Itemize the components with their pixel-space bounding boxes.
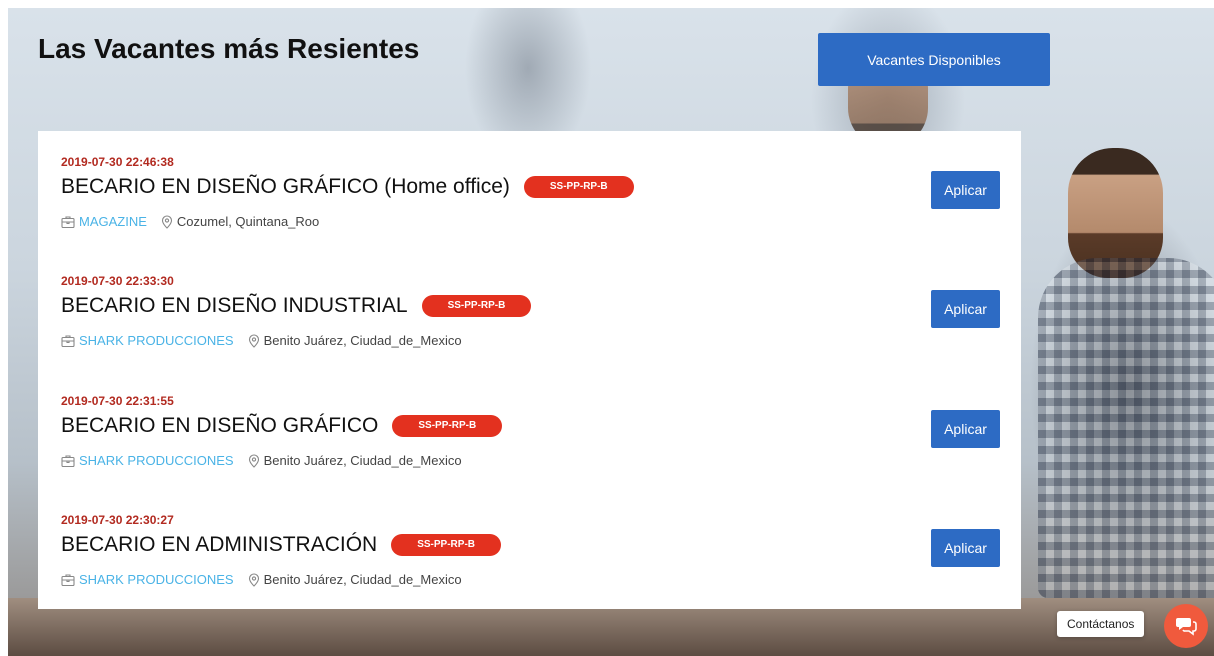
location-pin-icon [248,453,260,468]
briefcase-icon [61,334,75,348]
job-list-card: 2019-07-30 22:46:38 BECARIO EN DISEÑO GR… [38,131,1021,609]
location-pin-icon [248,572,260,587]
job-title[interactable]: BECARIO EN DISEÑO GRÁFICO (Home office) [61,175,510,199]
job-title-row: BECARIO EN DISEÑO GRÁFICO SS-PP-RP-B [61,414,503,438]
location-pin-icon [248,333,260,348]
job-location: Cozumel, Quintana_Roo [176,214,320,229]
job-date: 2019-07-30 22:31:55 [61,394,174,408]
job-date: 2019-07-30 22:30:27 [61,513,174,527]
location-pin-icon [161,214,173,229]
job-meta: SHARK PRODUCCIONES Benito Juárez, Ciudad… [61,572,462,587]
job-list-item: 2019-07-30 22:33:30 BECARIO EN DISEÑO IN… [38,250,1021,369]
job-location: Benito Juárez, Ciudad_de_Mexico [263,572,462,587]
job-type-badge: SS-PP-RP-B [391,534,502,556]
job-meta: SHARK PRODUCCIONES Benito Juárez, Ciudad… [61,333,462,348]
job-date: 2019-07-30 22:33:30 [61,274,174,288]
apply-button[interactable]: Aplicar [931,171,1000,209]
job-title-row: BECARIO EN ADMINISTRACIÓN SS-PP-RP-B [61,533,502,557]
job-title-row: BECARIO EN DISEÑO GRÁFICO (Home office) … [61,175,634,199]
page: Las Vacantes más Resientes Vacantes Disp… [0,0,1214,656]
job-meta: SHARK PRODUCCIONES Benito Juárez, Ciudad… [61,453,462,468]
job-title[interactable]: BECARIO EN DISEÑO GRÁFICO [61,414,378,438]
chat-icon [1174,613,1198,640]
available-vacancies-button[interactable]: Vacantes Disponibles [818,33,1050,86]
job-list-item: 2019-07-30 22:30:27 BECARIO EN ADMINISTR… [38,489,1021,608]
briefcase-icon [61,573,75,587]
briefcase-icon [61,215,75,229]
job-list-item: 2019-07-30 22:31:55 BECARIO EN DISEÑO GR… [38,370,1021,489]
section-title: Las Vacantes más Resientes [38,33,420,64]
job-location: Benito Juárez, Ciudad_de_Mexico [263,453,462,468]
contact-tooltip[interactable]: Contáctanos [1057,611,1145,637]
job-date: 2019-07-30 22:46:38 [61,155,174,169]
job-location: Benito Juárez, Ciudad_de_Mexico [263,333,462,348]
apply-button[interactable]: Aplicar [931,290,1000,328]
job-list-item: 2019-07-30 22:46:38 BECARIO EN DISEÑO GR… [38,131,1021,250]
job-type-badge: SS-PP-RP-B [523,176,634,198]
contact-chat-button[interactable] [1164,604,1208,648]
job-title[interactable]: BECARIO EN ADMINISTRACIÓN [61,533,377,557]
company-link[interactable]: SHARK PRODUCCIONES [79,572,234,587]
job-title-row: BECARIO EN DISEÑO INDUSTRIAL SS-PP-RP-B [61,294,532,318]
job-title[interactable]: BECARIO EN DISEÑO INDUSTRIAL [61,294,408,318]
briefcase-icon [61,454,75,468]
company-link[interactable]: MAGAZINE [79,214,147,229]
job-type-badge: SS-PP-RP-B [421,295,532,317]
company-link[interactable]: SHARK PRODUCCIONES [79,333,234,348]
company-link[interactable]: SHARK PRODUCCIONES [79,453,234,468]
background-shirt [1038,258,1214,598]
job-meta: MAGAZINE Cozumel, Quintana_Roo [61,214,319,229]
apply-button[interactable]: Aplicar [931,410,1000,448]
job-type-badge: SS-PP-RP-B [392,415,503,437]
apply-button[interactable]: Aplicar [931,529,1000,567]
